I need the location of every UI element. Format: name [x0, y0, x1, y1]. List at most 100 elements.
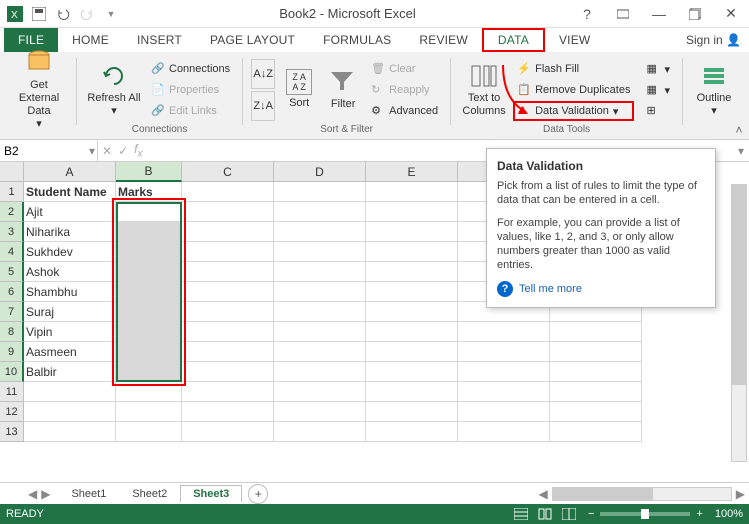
cell[interactable]: [182, 402, 274, 422]
cell[interactable]: [550, 402, 642, 422]
cell[interactable]: [366, 402, 458, 422]
row-header[interactable]: 3: [0, 222, 24, 242]
cell[interactable]: [458, 362, 550, 382]
cell[interactable]: [274, 282, 366, 302]
cell[interactable]: [366, 242, 458, 262]
row-header[interactable]: 13: [0, 422, 24, 442]
cell-b2[interactable]: [116, 202, 182, 222]
cell[interactable]: [182, 222, 274, 242]
cell[interactable]: [550, 382, 642, 402]
cell-b3[interactable]: [116, 222, 182, 242]
col-header-d[interactable]: D: [274, 162, 366, 182]
cell[interactable]: [24, 402, 116, 422]
row-header[interactable]: 4: [0, 242, 24, 262]
sheet-tab-2[interactable]: Sheet2: [119, 485, 180, 502]
relationships-button[interactable]: ⊞: [642, 101, 674, 121]
cell[interactable]: [366, 182, 458, 202]
cell[interactable]: [274, 322, 366, 342]
cell-b8[interactable]: [116, 322, 182, 342]
sheet-nav-next-icon[interactable]: ▶: [41, 487, 50, 501]
outline-button[interactable]: Outline ▾: [691, 57, 737, 123]
cell[interactable]: [24, 382, 116, 402]
cell[interactable]: [116, 382, 182, 402]
get-external-data-button[interactable]: Get External Data ▾: [10, 57, 68, 123]
cell[interactable]: [274, 342, 366, 362]
cell[interactable]: [458, 382, 550, 402]
cell[interactable]: [550, 342, 642, 362]
cell[interactable]: [182, 242, 274, 262]
row-header[interactable]: 6: [0, 282, 24, 302]
sheet-nav-prev-icon[interactable]: ◀: [28, 487, 37, 501]
cell-b9[interactable]: [116, 342, 182, 362]
cell[interactable]: [182, 182, 274, 202]
cell[interactable]: [274, 202, 366, 222]
connections-button[interactable]: 🔗Connections: [147, 59, 234, 79]
filter-button[interactable]: Filter: [323, 57, 363, 123]
cell[interactable]: [366, 342, 458, 362]
cell-b10[interactable]: [116, 362, 182, 382]
cell[interactable]: [550, 322, 642, 342]
tab-formulas[interactable]: FORMULAS: [309, 28, 405, 52]
cancel-fx-icon[interactable]: ✕: [102, 144, 112, 158]
cell-b6[interactable]: [116, 282, 182, 302]
cell-a2[interactable]: Ajit: [24, 202, 116, 222]
cell-a8[interactable]: Vipin: [24, 322, 116, 342]
tab-home[interactable]: HOME: [58, 28, 123, 52]
advanced-button[interactable]: ⚙Advanced: [367, 101, 442, 121]
sign-in-link[interactable]: Sign in 👤: [678, 28, 749, 52]
vscroll-thumb[interactable]: [732, 185, 746, 385]
cell[interactable]: [182, 302, 274, 322]
name-box[interactable]: ▾: [0, 140, 98, 161]
sheet-tab-3[interactable]: Sheet3: [180, 485, 242, 502]
cell[interactable]: [274, 222, 366, 242]
cell[interactable]: [274, 362, 366, 382]
name-box-input[interactable]: [4, 144, 64, 158]
row-header[interactable]: 12: [0, 402, 24, 422]
new-sheet-button[interactable]: +: [248, 484, 268, 504]
name-box-dropdown-icon[interactable]: ▾: [89, 144, 95, 158]
cell[interactable]: [182, 382, 274, 402]
clear-button[interactable]: 🗑Clear: [367, 59, 442, 79]
properties-button[interactable]: 📄Properties: [147, 80, 234, 100]
cell[interactable]: [24, 422, 116, 442]
hscroll-right-icon[interactable]: ▶: [736, 487, 745, 501]
restore-icon[interactable]: [681, 3, 709, 25]
cell[interactable]: [366, 262, 458, 282]
sort-asc-button[interactable]: A↓Z: [251, 59, 275, 89]
collapse-ribbon-icon[interactable]: ˄: [731, 123, 747, 137]
cell[interactable]: [458, 422, 550, 442]
page-layout-view-icon[interactable]: [534, 506, 556, 522]
tab-page-layout[interactable]: PAGE LAYOUT: [196, 28, 309, 52]
vertical-scrollbar[interactable]: [731, 184, 747, 462]
what-if-button[interactable]: ▦▾: [642, 80, 674, 100]
normal-view-icon[interactable]: [510, 506, 532, 522]
cell[interactable]: [458, 342, 550, 362]
consolidate-button[interactable]: ▦▾: [642, 59, 674, 79]
cell[interactable]: [366, 322, 458, 342]
row-header[interactable]: 1: [0, 182, 24, 202]
cell[interactable]: [116, 402, 182, 422]
cell[interactable]: [274, 302, 366, 322]
cell[interactable]: [458, 322, 550, 342]
col-header-a[interactable]: A: [24, 162, 116, 182]
row-header[interactable]: 5: [0, 262, 24, 282]
col-header-e[interactable]: E: [366, 162, 458, 182]
cell[interactable]: [458, 402, 550, 422]
ribbon-display-icon[interactable]: [609, 3, 637, 25]
cell[interactable]: [182, 342, 274, 362]
sort-button[interactable]: Z AA Z Sort: [279, 57, 319, 123]
cell[interactable]: [366, 222, 458, 242]
remove-duplicates-button[interactable]: 📋Remove Duplicates: [513, 80, 634, 100]
excel-icon[interactable]: X: [4, 3, 26, 25]
refresh-all-button[interactable]: Refresh All ▾: [85, 57, 143, 123]
zoom-in-button[interactable]: +: [696, 508, 702, 520]
tab-review[interactable]: REVIEW: [405, 28, 482, 52]
cell[interactable]: [274, 182, 366, 202]
sheet-tab-1[interactable]: Sheet1: [58, 485, 119, 502]
row-header[interactable]: 9: [0, 342, 24, 362]
cell[interactable]: [182, 322, 274, 342]
page-break-view-icon[interactable]: [558, 506, 580, 522]
help-icon[interactable]: ?: [573, 3, 601, 25]
close-icon[interactable]: ✕: [717, 3, 745, 25]
tab-view[interactable]: VIEW: [545, 28, 604, 52]
